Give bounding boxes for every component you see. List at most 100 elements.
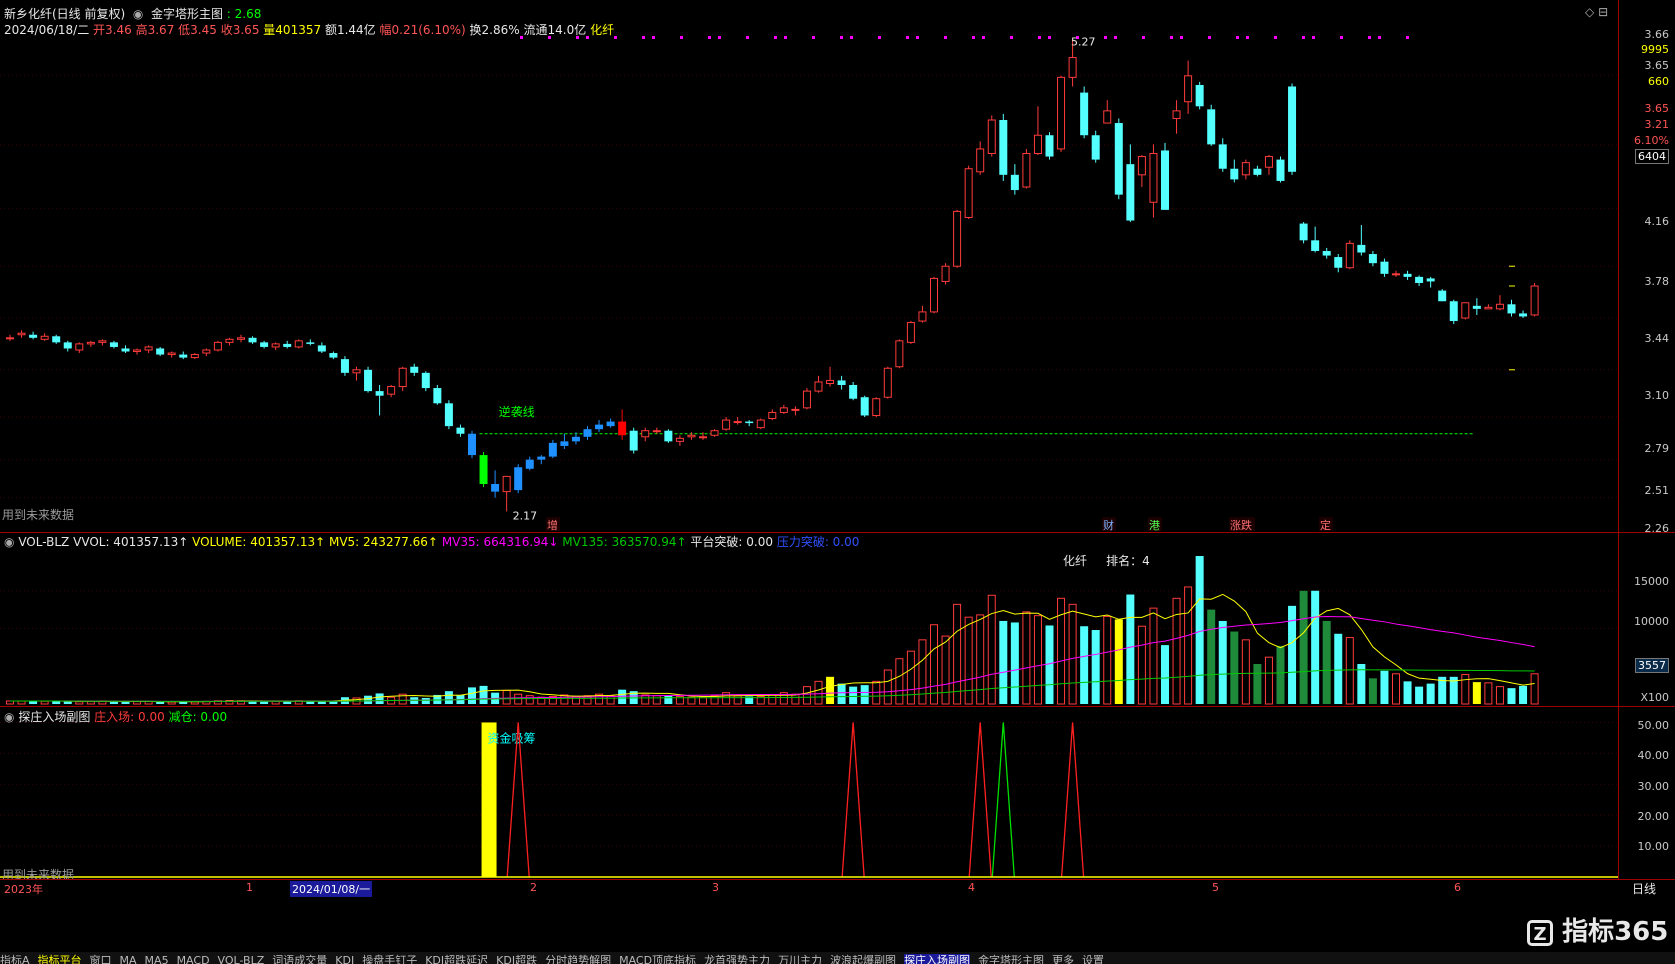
volume-bar xyxy=(86,701,95,705)
timeline-month: 4 xyxy=(968,881,975,894)
candle-body xyxy=(433,388,442,404)
indicator-tab[interactable]: KDJ xyxy=(335,954,354,964)
volume-bar xyxy=(895,658,904,705)
indicator-tab[interactable]: 窗口 xyxy=(90,954,112,964)
candle-body xyxy=(468,433,476,456)
volume-bar xyxy=(652,695,661,705)
volume-bar xyxy=(1392,673,1400,705)
axis-top-label: 3.66 xyxy=(1644,28,1670,41)
volume-panel[interactable] xyxy=(0,533,1619,706)
period-label[interactable]: 日线 xyxy=(1632,880,1656,897)
candle-body xyxy=(941,265,950,282)
candle-body xyxy=(109,342,118,347)
volume-bar xyxy=(1311,590,1320,704)
signal-dot xyxy=(982,36,985,39)
event-marker: 定 xyxy=(1320,518,1331,532)
volume-bar xyxy=(941,635,950,705)
axis-top-label: 9995 xyxy=(1641,43,1669,56)
indicator-tab[interactable]: MACD顶底指标 xyxy=(619,954,696,964)
rank-value: 排名：4 xyxy=(1106,554,1150,568)
candle-body xyxy=(537,456,546,460)
candle-body xyxy=(745,421,754,424)
candle-body xyxy=(953,210,962,267)
candle-body xyxy=(260,342,269,347)
indicator-tab[interactable]: 操盘手钉子 xyxy=(362,954,417,964)
candle-body xyxy=(930,277,938,313)
candle-body xyxy=(548,442,557,457)
volume-bar xyxy=(1507,688,1516,704)
indicator-toggle-icon[interactable]: ◉ xyxy=(4,710,14,724)
main-price-panel[interactable]: 逆袭线 5.27 2.17 增 财 港 涨跌 定 xyxy=(0,0,1619,532)
indicator-tab[interactable]: 波浪起爆副图 xyxy=(830,954,896,964)
pressure-breakout: 压力突破: 0.00 xyxy=(776,535,860,549)
candle-body xyxy=(1091,135,1100,160)
volume-indicator-name[interactable]: VOL-BLZ xyxy=(18,535,69,549)
signal-chart[interactable]: 资金吸筹 xyxy=(0,707,1618,879)
indicator-tab[interactable]: 指标平台 xyxy=(38,954,82,964)
candle-body xyxy=(1033,134,1042,155)
quote-amount: 额1.44亿 xyxy=(324,23,376,37)
indicator-tab[interactable]: 龙首强势主力 xyxy=(704,954,770,964)
candle-body xyxy=(364,369,373,392)
signal-dot xyxy=(1114,36,1117,39)
signal-dot xyxy=(944,36,947,39)
volume-chart[interactable] xyxy=(0,533,1618,706)
candle-body xyxy=(29,334,38,338)
axis-tick: 3.10 xyxy=(1644,389,1670,402)
indicator-tab[interactable]: 更多 xyxy=(1052,954,1074,964)
axis-top-label: 6.10% xyxy=(1634,134,1669,147)
sub-indicator-panel[interactable]: 资金吸筹 xyxy=(0,707,1619,879)
indicator-tab[interactable]: MA5 xyxy=(145,954,169,964)
candle-body xyxy=(421,372,430,389)
indicator-tab[interactable]: MACD xyxy=(177,954,210,964)
candle-body xyxy=(133,349,142,353)
indicator-tab[interactable]: KDJ超跌延迟 xyxy=(425,954,488,964)
stock-title[interactable]: 新乡化纤(日线 前复权) xyxy=(4,7,125,21)
main-indicator-name[interactable]: 金字塔形主图 xyxy=(151,7,223,21)
indicator-tab[interactable]: 金字塔形主图 xyxy=(978,954,1044,964)
restore-icon[interactable]: ◇ xyxy=(1585,5,1594,19)
indicator-tab[interactable]: KDJ超跌 xyxy=(496,954,537,964)
candle-body xyxy=(98,340,107,343)
collapse-icon[interactable]: ⊟ xyxy=(1598,5,1608,19)
volume-bar xyxy=(1380,670,1389,704)
indicator-tab[interactable]: MA xyxy=(120,954,137,964)
volume-bar xyxy=(1207,609,1216,704)
signal-dot xyxy=(708,36,711,39)
volume-bar xyxy=(987,594,996,705)
candle-body xyxy=(1472,305,1481,309)
indicator-tab[interactable]: 探庄入场副图 xyxy=(904,954,971,964)
timeline-month: 2 xyxy=(530,881,537,894)
enter-signal-peak xyxy=(506,722,530,878)
volume-bar xyxy=(375,693,384,704)
axis-tick: 10000 xyxy=(1634,615,1669,628)
candle-body xyxy=(1068,57,1077,78)
indicator-toggle-icon[interactable]: ◉ xyxy=(4,535,14,549)
candle-body xyxy=(1380,261,1389,274)
candle-body xyxy=(525,459,534,469)
candle-body xyxy=(352,369,361,374)
candle-body xyxy=(1357,244,1366,253)
candle-body xyxy=(40,335,49,340)
indicator-toggle-icon[interactable]: ◉ xyxy=(129,7,147,21)
indicator-tab[interactable]: 分时趋势解图 xyxy=(545,954,611,964)
event-marker: 增 xyxy=(547,518,558,532)
indicator-tabs: 指标A 指标平台 窗口 MA MA5 MACD VOL-BLZ 词语成交量 KDJ 操盘手钉子 KD… xyxy=(0,952,1675,964)
timeline-bar[interactable]: 2023年 1 2024/01/08/一 2 3 4 5 6 日线 xyxy=(0,879,1675,897)
candle-body xyxy=(491,484,500,492)
candle-body xyxy=(1045,135,1054,157)
candle-body xyxy=(121,348,130,352)
indicator-tab[interactable]: VOL-BLZ xyxy=(218,954,265,964)
indicator-tab[interactable]: 词语成交量 xyxy=(272,954,327,964)
indicator-tab[interactable]: 指标A xyxy=(0,954,30,964)
candle-body xyxy=(1253,168,1262,175)
candlestick-chart[interactable]: 逆袭线 5.27 2.17 增 财 港 涨跌 定 xyxy=(0,0,1618,532)
volume-bar xyxy=(849,686,858,704)
indicator-tab[interactable]: 设置 xyxy=(1082,954,1104,964)
candle-body xyxy=(75,343,84,351)
volume-bar xyxy=(444,691,453,704)
indicator-tab[interactable]: 万川主力 xyxy=(778,954,822,964)
quote-tag[interactable]: 化纤 xyxy=(590,23,614,37)
candle-body xyxy=(63,342,72,349)
sub-indicator-name[interactable]: 探庄入场副图 xyxy=(18,710,90,724)
